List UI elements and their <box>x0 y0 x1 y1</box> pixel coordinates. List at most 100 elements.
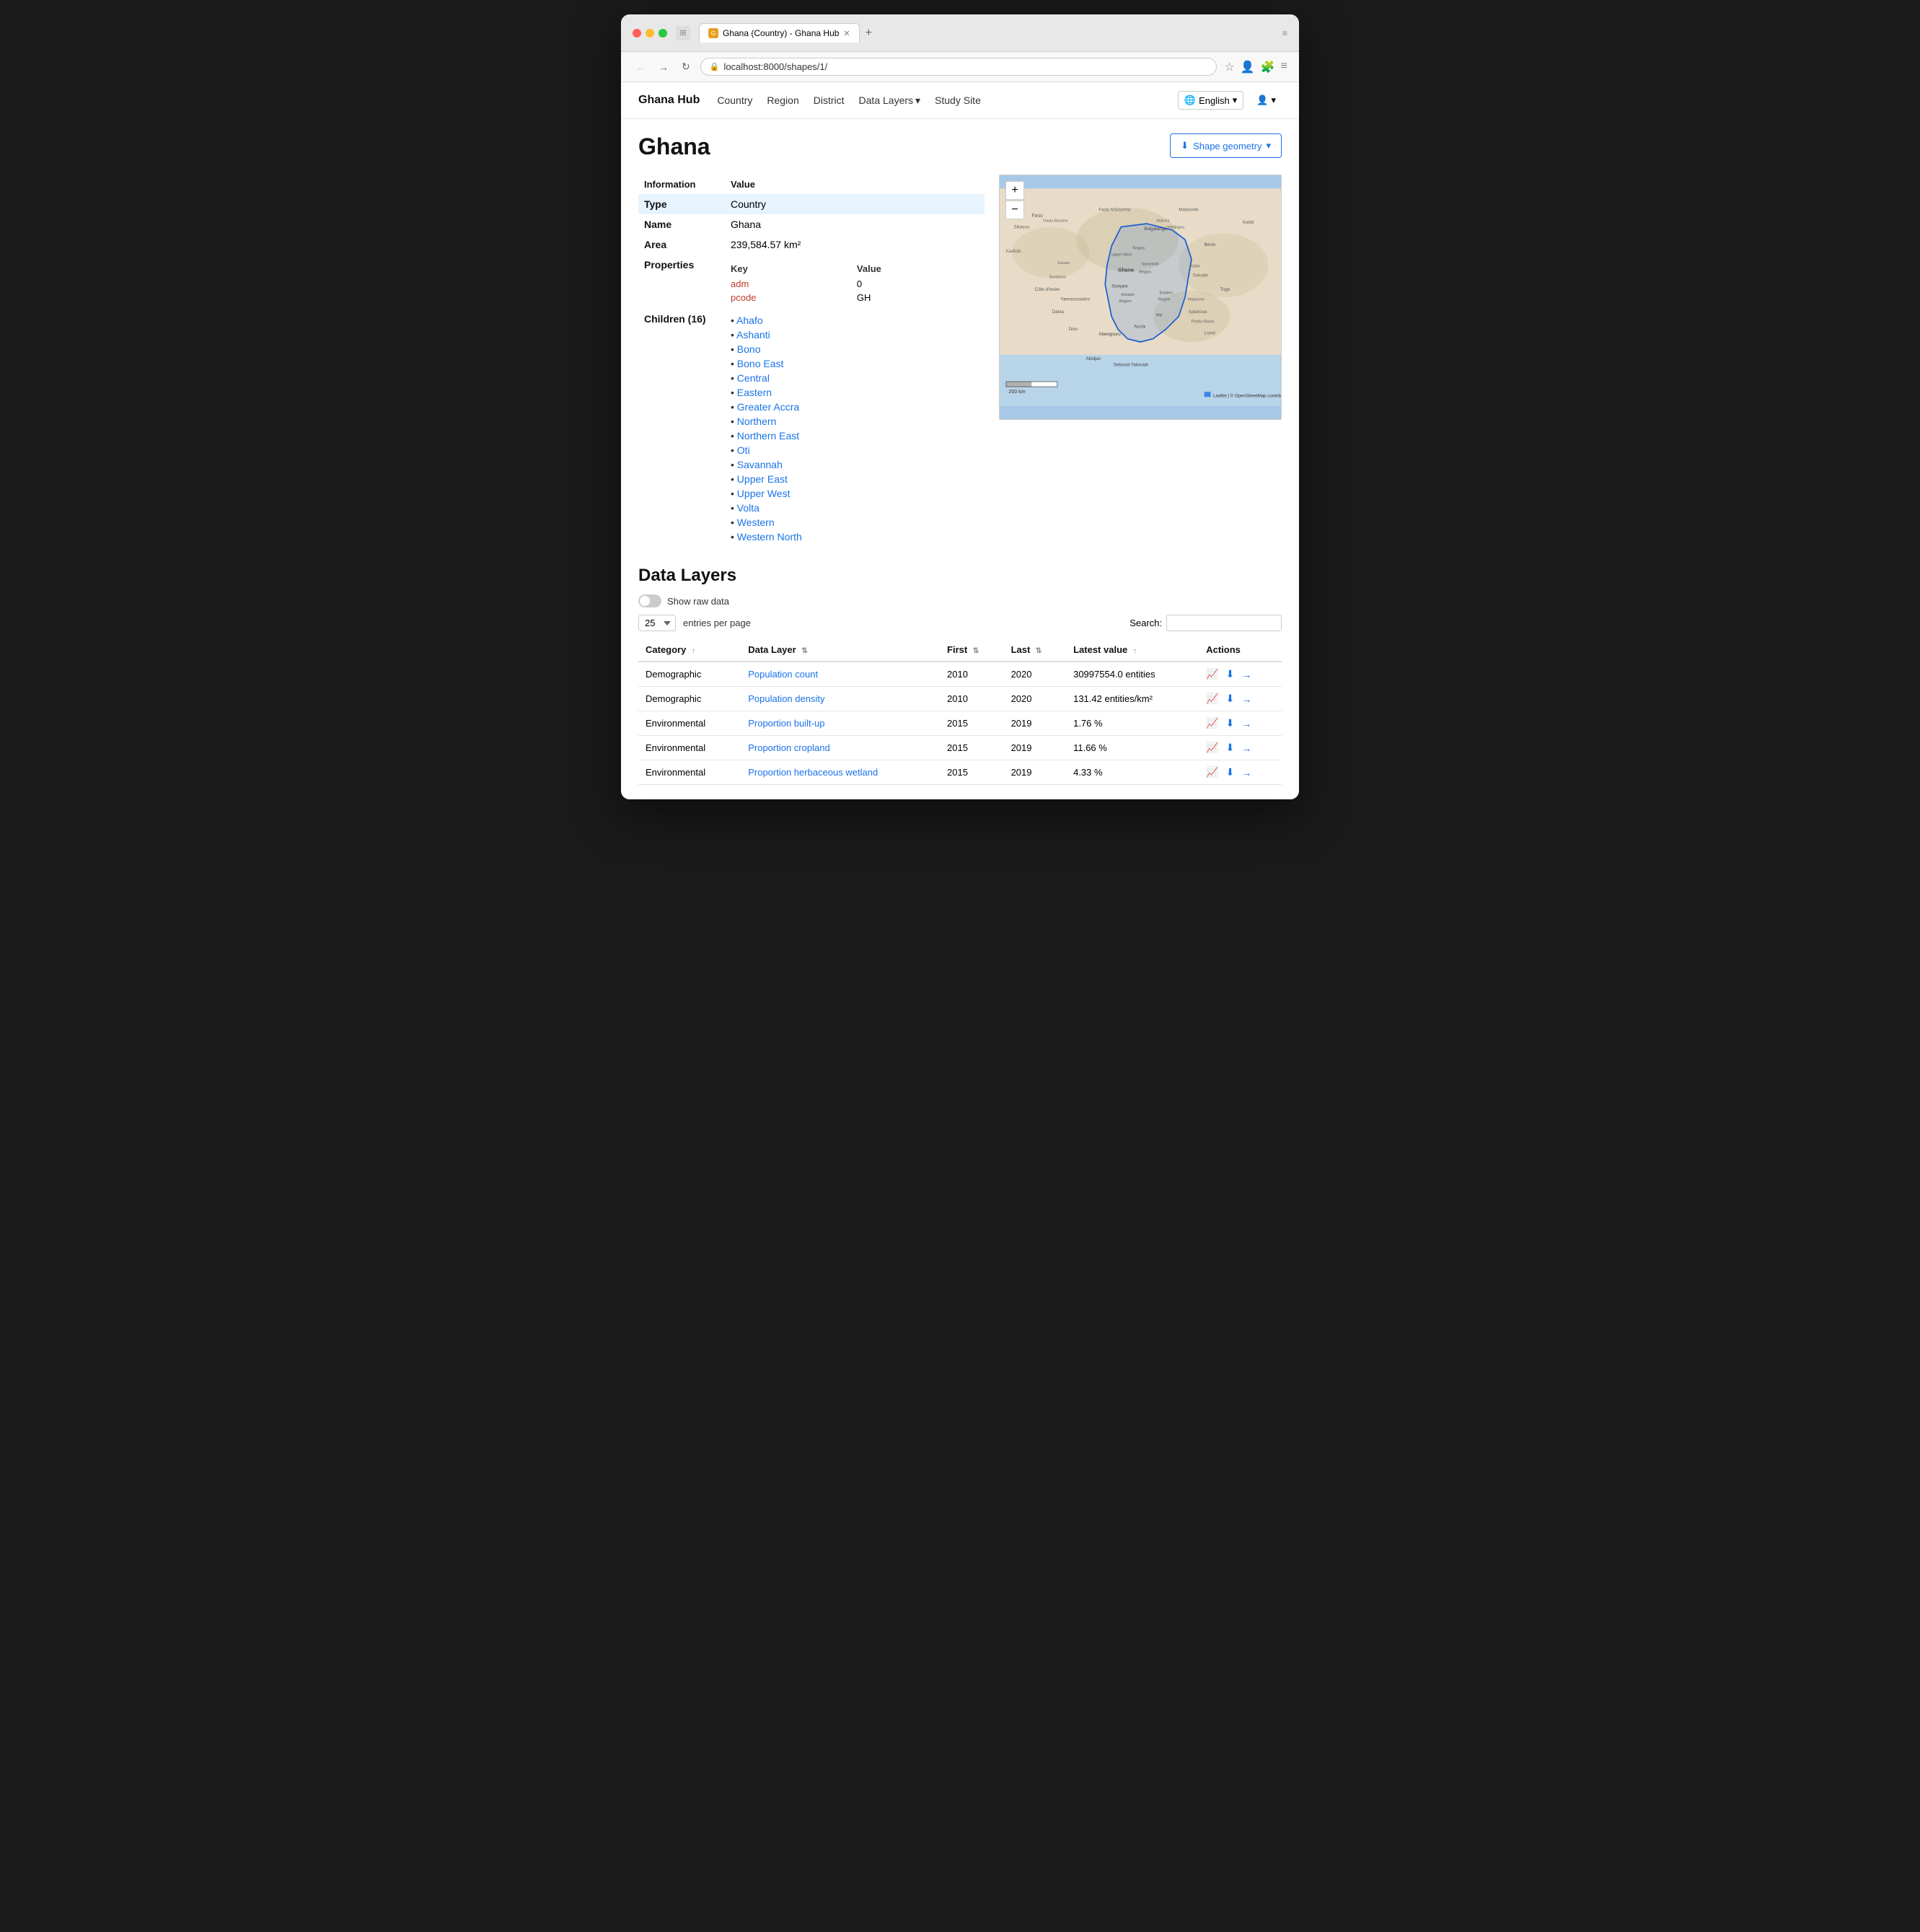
svg-text:Makpame: Makpame <box>1188 297 1205 302</box>
menu-icon[interactable]: ≡ <box>1281 60 1287 74</box>
layer-link-proportion-herbaceous-wetland[interactable]: Proportion herbaceous wetland <box>748 767 878 778</box>
user-dropdown-icon: ▾ <box>1271 95 1276 106</box>
tab-close-icon[interactable]: ✕ <box>843 29 850 38</box>
download-icon[interactable]: ⬇ <box>1226 668 1235 680</box>
layer-link-proportion-builtup[interactable]: Proportion built-up <box>748 718 824 729</box>
map-controls: + − <box>1005 181 1024 219</box>
entries-per-page-select[interactable]: 10 25 50 100 <box>638 615 676 631</box>
child-link-oti[interactable]: Oti <box>737 444 750 456</box>
zoom-out-button[interactable]: − <box>1005 201 1024 219</box>
child-link-ahafo[interactable]: Ahafo <box>736 315 763 326</box>
info-table: Information Value Type Country Name <box>638 175 985 548</box>
row-layer: Proportion built-up <box>741 711 940 736</box>
show-raw-data-toggle[interactable] <box>638 594 661 607</box>
child-link-central[interactable]: Central <box>737 372 770 384</box>
shape-geometry-button[interactable]: ⬇ Shape geometry ▾ <box>1170 133 1282 158</box>
navbar-links: Country Region District Data Layers ▾ St… <box>717 95 1161 107</box>
nav-study-site[interactable]: Study Site <box>935 95 981 106</box>
navbar-brand[interactable]: Ghana Hub <box>638 94 700 107</box>
layer-link-population-count[interactable]: Population count <box>748 669 818 680</box>
download-icon[interactable]: ⬇ <box>1226 766 1235 778</box>
child-link-northern-east[interactable]: Northern East <box>737 430 799 442</box>
child-link-upper-west[interactable]: Upper West <box>737 488 791 499</box>
back-button[interactable]: ← <box>633 60 648 74</box>
svg-text:Porto-Novo: Porto-Novo <box>1192 319 1215 324</box>
nav-district[interactable]: District <box>814 95 845 106</box>
svg-text:Savannah: Savannah <box>1142 263 1159 267</box>
svg-text:Aplahoue: Aplahoue <box>1188 309 1207 315</box>
download-icon[interactable]: ⬇ <box>1226 717 1235 729</box>
new-tab-button[interactable]: + <box>866 27 872 40</box>
child-link-volta[interactable]: Volta <box>737 502 759 514</box>
child-link-western[interactable]: Western <box>737 517 775 528</box>
download-icon[interactable]: ⬇ <box>1226 693 1235 705</box>
main-content: Ghana ⬇ Shape geometry ▾ Information Val… <box>621 119 1299 799</box>
arrow-icon[interactable]: → <box>1241 693 1251 705</box>
child-link-bono-east[interactable]: Bono East <box>737 358 784 369</box>
col-header-first[interactable]: First ⇅ <box>940 638 1004 662</box>
child-link-upper-east[interactable]: Upper East <box>737 473 788 485</box>
bookmark-icon[interactable]: ☆ <box>1224 60 1234 74</box>
download-icon[interactable]: ⬇ <box>1226 742 1235 754</box>
list-item: Bono East <box>731 356 979 371</box>
child-link-savannah[interactable]: Savannah <box>737 459 783 470</box>
active-tab[interactable]: G Ghana (Country) - Ghana Hub ✕ <box>699 23 860 43</box>
svg-text:Ghana: Ghana <box>1118 268 1134 273</box>
nav-data-layers[interactable]: Data Layers ▾ <box>859 95 921 107</box>
map-container[interactable]: Faso Malanville Kebbi Kadiolo Bénin Togo… <box>999 175 1282 420</box>
language-selector[interactable]: 🌐 English ▾ <box>1178 91 1243 110</box>
action-icons: 📈 ⬇ → <box>1206 766 1274 778</box>
layer-link-population-density[interactable]: Population density <box>748 693 824 704</box>
row-layer: Population density <box>741 687 940 711</box>
arrow-icon[interactable]: → <box>1241 718 1251 729</box>
list-item: Oti <box>731 443 979 457</box>
tab-title: Ghana (Country) - Ghana Hub <box>723 28 839 38</box>
svg-text:Upper West: Upper West <box>1111 253 1132 257</box>
prop-val-pcode: GH <box>857 291 979 304</box>
chart-icon[interactable]: 📈 <box>1206 668 1218 680</box>
reload-button[interactable]: ↻ <box>679 59 693 74</box>
child-link-western-north[interactable]: Western North <box>737 531 802 543</box>
navbar-right: 🌐 English ▾ 👤 ▾ <box>1178 91 1282 110</box>
chart-icon[interactable]: 📈 <box>1206 717 1218 729</box>
chart-icon[interactable]: 📈 <box>1206 766 1218 778</box>
col-header-data-layer[interactable]: Data Layer ⇅ <box>741 638 940 662</box>
row-latest-value: 11.66 % <box>1066 736 1199 760</box>
arrow-icon[interactable]: → <box>1241 742 1251 754</box>
nav-region[interactable]: Region <box>767 95 798 106</box>
nav-country[interactable]: Country <box>717 95 752 106</box>
chart-icon[interactable]: 📈 <box>1206 693 1218 705</box>
value-properties: Key Value adm 0 <box>725 255 985 309</box>
table-row: Environmental Proportion herbaceous wetl… <box>638 760 1282 785</box>
child-link-northern[interactable]: Northern <box>737 416 776 427</box>
url-bar[interactable]: 🔒 localhost:8000/shapes/1/ <box>700 58 1217 76</box>
search-input[interactable] <box>1166 615 1282 631</box>
child-link-bono[interactable]: Bono <box>737 343 761 355</box>
sort-icon-last: ⇅ <box>1036 647 1042 655</box>
user-button[interactable]: 👤 ▾ <box>1251 92 1282 109</box>
col-header-latest-value[interactable]: Latest value ↑ <box>1066 638 1199 662</box>
child-link-ashanti[interactable]: Ashanti <box>736 329 770 341</box>
child-link-eastern[interactable]: Eastern <box>737 387 772 398</box>
prop-col-key: Key <box>731 262 857 277</box>
arrow-icon[interactable]: → <box>1241 669 1251 680</box>
arrow-icon[interactable]: → <box>1241 767 1251 778</box>
col-header-last[interactable]: Last ⇅ <box>1004 638 1067 662</box>
svg-text:Côte d'Ivoire: Côte d'Ivoire <box>1035 287 1060 292</box>
maximize-button[interactable] <box>659 29 667 38</box>
minimize-button[interactable] <box>646 29 654 38</box>
zoom-in-button[interactable]: + <box>1005 181 1024 200</box>
chart-icon[interactable]: 📈 <box>1206 742 1218 754</box>
svg-text:Region: Region <box>1119 299 1132 304</box>
col-header-category[interactable]: Category ↑ <box>638 638 741 662</box>
svg-text:Ho: Ho <box>1156 313 1162 318</box>
row-actions: 📈 ⬇ → <box>1199 687 1282 711</box>
close-button[interactable] <box>633 29 641 38</box>
extensions-icon[interactable]: 🧩 <box>1261 60 1275 74</box>
forward-button[interactable]: → <box>656 60 671 74</box>
dropdown-arrow-icon: ▾ <box>915 95 920 107</box>
child-link-greater-accra[interactable]: Greater Accra <box>737 401 799 413</box>
layer-link-proportion-cropland[interactable]: Proportion cropland <box>748 742 829 753</box>
list-item: Savannah <box>731 457 979 472</box>
profile-icon[interactable]: 👤 <box>1241 60 1255 74</box>
